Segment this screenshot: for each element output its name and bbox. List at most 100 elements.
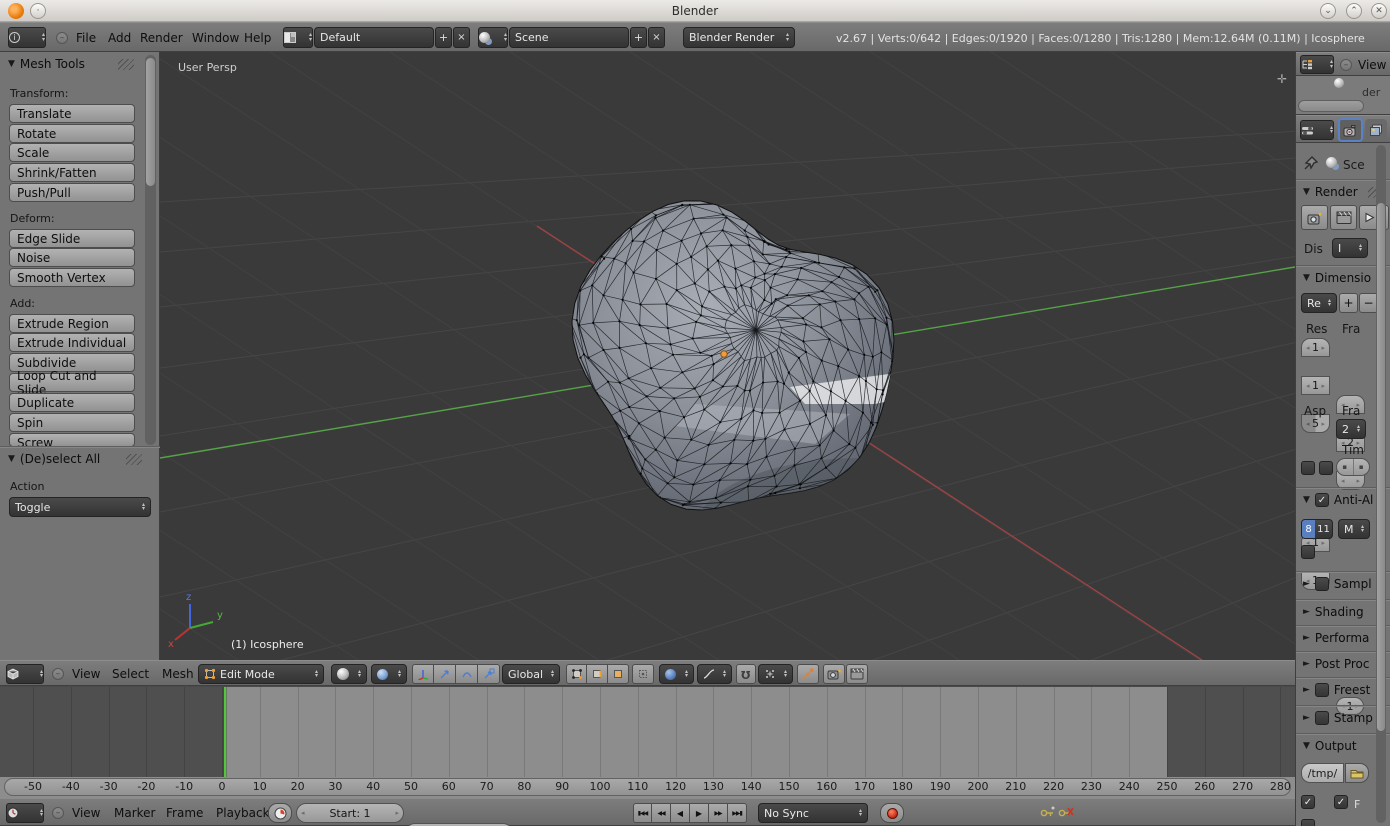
orientation-dropdown[interactable]: Global (502, 664, 560, 684)
overwrite-checkbox[interactable] (1301, 795, 1315, 809)
viewport-shading-dropdown[interactable] (331, 664, 367, 684)
push-pull-button[interactable]: Push/Pull (9, 183, 135, 202)
outliner-body[interactable]: der (1296, 76, 1390, 115)
deselect-panel-header[interactable]: ▼(De)select All (8, 452, 100, 466)
resolution-x-field[interactable]: 1 (1301, 338, 1330, 357)
outliner-menu-view[interactable]: View (1354, 55, 1390, 75)
snap-target-button[interactable] (797, 664, 819, 684)
menu-add[interactable]: Add (104, 28, 135, 48)
output-panel-header[interactable]: ▼Output (1303, 739, 1357, 753)
freestyle-checkbox[interactable] (1315, 683, 1329, 697)
add-scene-button[interactable]: + (630, 27, 647, 48)
collapse-menus-icon[interactable]: – (1340, 59, 1352, 71)
screen-layout-field[interactable]: Default (314, 27, 434, 48)
pin-icon[interactable] (1303, 155, 1319, 171)
face-select-button[interactable] (608, 664, 629, 684)
minimize-button[interactable]: ⌄ (1320, 3, 1336, 19)
collapse-menus-icon[interactable]: – (52, 668, 64, 680)
render-presets-dropdown[interactable]: Re (1301, 293, 1337, 313)
maximize-button[interactable]: ⌃ (1346, 3, 1362, 19)
rotate-button[interactable]: Rotate (9, 124, 135, 143)
current-frame-line[interactable] (224, 687, 226, 777)
performance-header[interactable]: ►Performa (1303, 631, 1369, 645)
loop-cut-button[interactable]: Loop Cut and Slide (9, 373, 135, 392)
snap-toggle-button[interactable]: Ω (736, 664, 756, 684)
border-checkbox[interactable] (1301, 461, 1315, 475)
menu-render[interactable]: Render (136, 28, 187, 48)
scrollbar-thumb[interactable] (1377, 203, 1385, 731)
render-engine-dropdown[interactable]: Blender Render (683, 27, 795, 48)
screw-button[interactable]: Screw (9, 433, 135, 447)
menu-mesh[interactable]: Mesh (158, 664, 198, 684)
menu-marker[interactable]: Marker (110, 803, 159, 823)
proportional-edit-dropdown[interactable] (659, 664, 694, 684)
collapse-menus-icon[interactable]: – (56, 32, 68, 44)
delete-scene-button[interactable]: × (648, 27, 665, 48)
limit-to-visible-button[interactable] (632, 664, 654, 684)
output-path-field[interactable]: /tmp/ (1301, 763, 1344, 783)
pivot-point-dropdown[interactable] (371, 664, 407, 684)
tab-render[interactable] (1338, 118, 1363, 142)
noise-button[interactable]: Noise (9, 248, 135, 267)
sampled-motion-blur-header[interactable]: ►Sampl (1303, 577, 1372, 591)
delete-keyframe-button[interactable] (1058, 806, 1074, 821)
close-button[interactable]: ✕ (1371, 3, 1387, 19)
output-browse-button[interactable] (1345, 763, 1369, 783)
delete-layout-button[interactable]: × (453, 27, 470, 48)
translate-button[interactable]: Translate (9, 104, 135, 123)
spin-button[interactable]: Spin (9, 413, 135, 432)
antialiasing-checkbox[interactable] (1315, 493, 1329, 507)
preview-range-toggle[interactable] (268, 803, 292, 823)
vertex-select-button[interactable] (566, 664, 587, 684)
tab-render-layers[interactable] (1365, 119, 1387, 141)
dimensions-panel-header[interactable]: ▼Dimensio (1303, 271, 1371, 285)
panel-grip[interactable] (118, 59, 134, 70)
post-processing-header[interactable]: ►Post Proc (1303, 657, 1369, 671)
fps-dropdown[interactable]: 2 (1336, 419, 1366, 439)
viewport-3d[interactable]: User Persp ✛ (1) Icosphere z y x (160, 52, 1295, 660)
time-remap-fields[interactable]: ▪ ▪ (1336, 458, 1370, 476)
collapsed-region-plus-icon[interactable]: ✛ (1277, 72, 1287, 86)
add-layout-button[interactable]: + (435, 27, 452, 48)
menu-select[interactable]: Select (108, 664, 153, 684)
jump-to-end-button[interactable]: ▶▶▮ (728, 803, 747, 823)
sampled-checkbox[interactable] (1315, 577, 1329, 591)
menu-playback[interactable]: Playback (212, 803, 274, 823)
antialiasing-panel-header[interactable]: ▼ Anti-Al (1303, 493, 1373, 507)
editor-type-outliner-button[interactable] (1300, 55, 1334, 74)
editor-type-properties-button[interactable] (1300, 120, 1334, 140)
scale-button[interactable]: Scale (9, 143, 135, 162)
freestyle-header[interactable]: ►Freest (1303, 683, 1370, 697)
display-dropdown[interactable]: I (1332, 238, 1368, 258)
file-extensions-checkbox[interactable] (1334, 795, 1348, 809)
resolution-y-field[interactable]: 1 (1301, 376, 1330, 395)
aa-samples-11-button[interactable]: 11 (1315, 520, 1332, 538)
manipulator-scale-button[interactable] (478, 664, 500, 684)
crop-checkbox[interactable] (1319, 461, 1333, 475)
menu-file[interactable]: File (72, 28, 100, 48)
render-still-button[interactable] (1301, 205, 1328, 230)
shading-header[interactable]: ►Shading (1303, 605, 1364, 619)
mesh-tools-panel-header[interactable]: ▼Mesh Tools (8, 57, 85, 71)
insert-keyframe-button[interactable] (1040, 806, 1055, 821)
manipulator-translate-button[interactable] (434, 664, 456, 684)
opengl-render-button[interactable] (823, 664, 845, 684)
menu-view[interactable]: View (68, 664, 104, 684)
stamp-checkbox[interactable] (1315, 711, 1329, 725)
action-toggle-dropdown[interactable]: Toggle (9, 497, 151, 517)
scene-field[interactable]: Scene (509, 27, 629, 48)
falloff-dropdown[interactable] (697, 664, 732, 684)
next-keyframe-button[interactable]: ▶▶ (709, 803, 728, 823)
screen-layout-icon-button[interactable] (283, 27, 313, 48)
jump-to-start-button[interactable]: ▮◀◀ (633, 803, 652, 823)
timeline-ruler[interactable]: -50-40-30-20-100102030405060708090100110… (0, 777, 1295, 798)
shrink-fatten-button[interactable]: Shrink/Fatten (9, 163, 135, 182)
manipulator-rotate-button[interactable] (456, 664, 478, 684)
editor-type-info-button[interactable]: i (8, 27, 46, 48)
timeline-area[interactable] (0, 686, 1295, 777)
extrude-region-button[interactable]: Extrude Region (9, 314, 135, 333)
play-reverse-button[interactable]: ◀ (671, 803, 690, 823)
render-animation-button[interactable] (1330, 205, 1357, 230)
opengl-render-anim-button[interactable] (846, 664, 868, 684)
placeholders-checkbox[interactable] (1301, 819, 1315, 826)
